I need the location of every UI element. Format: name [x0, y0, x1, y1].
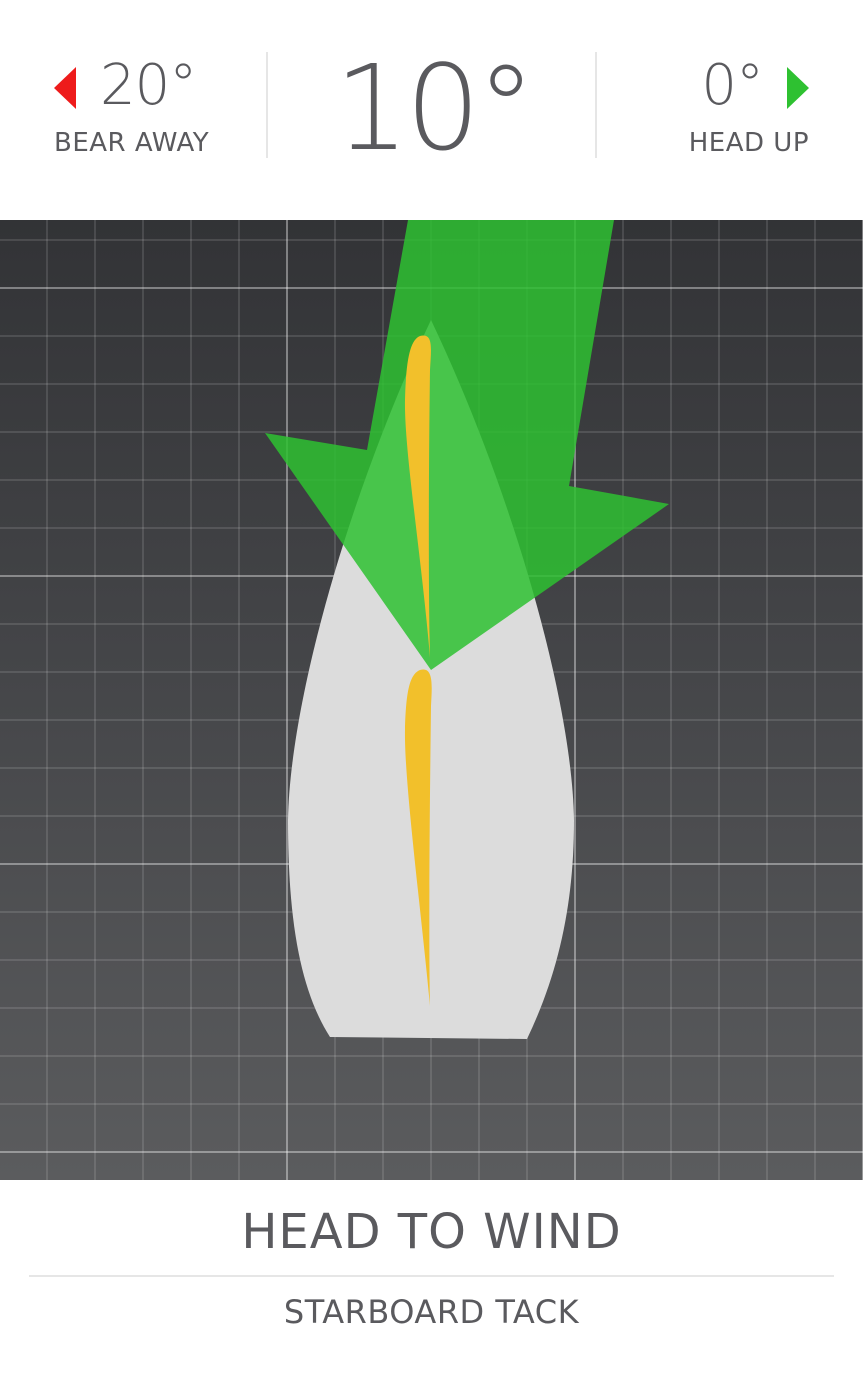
tack-status: STARBOARD TACK: [283, 1293, 580, 1331]
head-up-indicator[interactable]: 0° HEAD UP: [619, 54, 809, 168]
sailing-canvas: [0, 220, 863, 1180]
header: 20° BEAR AWAY 10° 0° HEAD UP: [0, 0, 863, 220]
left-triangle-icon: [54, 67, 76, 109]
sailing-status: HEAD TO WIND: [241, 1204, 622, 1260]
sailing-diagram: [0, 220, 863, 1180]
bear-away-label: BEAR AWAY: [54, 128, 210, 158]
footer: HEAD TO WIND STARBOARD TACK: [0, 1180, 863, 1373]
bear-away-indicator[interactable]: 20° BEAR AWAY: [54, 54, 244, 168]
head-up-label: HEAD UP: [688, 128, 809, 158]
bear-away-value: 20°: [100, 53, 197, 118]
divider: [266, 52, 268, 158]
heading-offset-value: 10°: [334, 39, 535, 177]
divider: [29, 1275, 834, 1277]
head-up-value: 0°: [701, 53, 764, 118]
right-triangle-icon: [787, 67, 809, 109]
divider: [595, 52, 597, 158]
